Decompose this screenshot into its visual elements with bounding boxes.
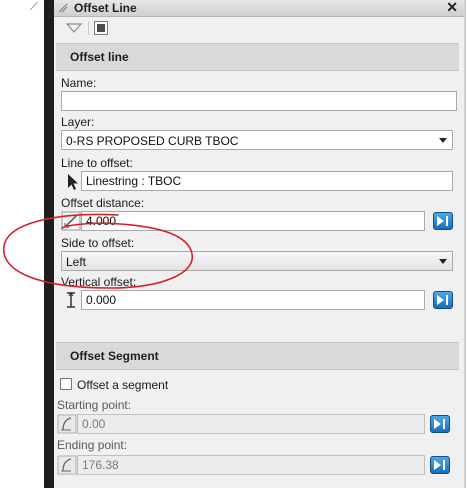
lock-play-icon[interactable] <box>433 212 453 230</box>
ending-point-label: Ending point: <box>57 438 128 452</box>
chevron-down-icon <box>439 259 447 264</box>
offset-segment-checkbox[interactable] <box>60 378 72 390</box>
lock-play-icon[interactable] <box>430 456 450 474</box>
section-offset-segment[interactable]: Offset Segment <box>56 342 459 370</box>
layer-label: Layer: <box>61 115 95 129</box>
panel-edge <box>464 0 466 488</box>
distance-icon <box>61 211 81 231</box>
offset-distance-input[interactable]: 4.000 <box>81 211 425 231</box>
vertical-offset-icon <box>67 292 75 308</box>
side-to-offset-value: Left <box>66 255 87 269</box>
chevron-down-icon <box>439 138 447 143</box>
name-input[interactable] <box>61 91 457 111</box>
grip-icon <box>58 3 68 13</box>
triangle-down-icon[interactable] <box>66 22 82 34</box>
cursor-arrow-icon[interactable] <box>63 172 83 192</box>
section-title: Offset Segment <box>70 349 159 363</box>
layer-select[interactable]: 0-RS PROPOSED CURB TBOC <box>61 130 453 150</box>
line-to-offset-field[interactable]: Linestring : TBOC <box>81 171 453 191</box>
side-to-offset-label: Side to offset: <box>61 236 135 250</box>
window-title: Offset Line <box>74 1 137 15</box>
starting-point-input[interactable]: 0.00 <box>77 414 425 434</box>
name-label: Name: <box>61 76 97 90</box>
offset-distance-label: Offset distance: <box>61 196 145 210</box>
title-bar[interactable]: Offset Line ✕ <box>54 0 466 17</box>
close-icon[interactable]: ✕ <box>446 0 458 16</box>
distance-icon <box>57 455 77 475</box>
section-title: Offset line <box>70 50 129 64</box>
side-to-offset-select[interactable]: Left <box>61 251 453 271</box>
section-offset-line[interactable]: Offset line <box>56 43 459 71</box>
background-left <box>0 0 46 488</box>
toolbar-separator <box>88 21 89 35</box>
lock-play-icon[interactable] <box>430 415 450 433</box>
offset-segment-label: Offset a segment <box>77 378 169 392</box>
layer-value: 0-RS PROPOSED CURB TBOC <box>66 134 239 148</box>
offset-line-dialog: Offset Line ✕ Offset line Name: Layer: 0… <box>54 0 466 488</box>
ending-point-input[interactable]: 176.38 <box>77 455 425 475</box>
distance-icon <box>57 414 77 434</box>
lock-play-icon[interactable] <box>433 291 453 309</box>
window-edge <box>44 0 54 488</box>
square-icon[interactable] <box>94 21 108 35</box>
vertical-offset-label: Vertical offset: <box>61 275 137 289</box>
starting-point-label: Starting point: <box>57 398 132 412</box>
vertical-offset-input[interactable]: 0.000 <box>81 290 425 310</box>
toolbar <box>54 17 466 39</box>
line-to-offset-label: Line to offset: <box>61 156 133 170</box>
